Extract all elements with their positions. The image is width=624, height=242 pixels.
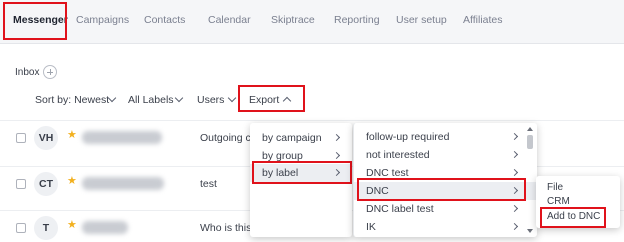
top-nav: Messenger Campaigns Contacts Calendar Sk…: [0, 0, 624, 44]
menu-item-label: DNC label test: [366, 203, 434, 215]
menu-item-label-option[interactable]: IK: [354, 218, 537, 236]
add-inbox-plus-icon[interactable]: [43, 65, 57, 79]
tab-user-setup[interactable]: User setup: [396, 14, 447, 26]
messenger-highlight-box: [3, 2, 67, 40]
add-to-dnc-highlight-box: [540, 207, 606, 228]
menu-item-label: not interested: [366, 149, 430, 161]
menu-item-label-option[interactable]: follow-up required: [354, 128, 537, 146]
star-icon[interactable]: ★: [67, 220, 77, 231]
menu-item-label: by campaign: [262, 132, 322, 144]
row-checkbox[interactable]: [16, 223, 26, 233]
avatar: VH: [34, 126, 58, 150]
chevron-right-icon: [332, 133, 341, 142]
chevron-right-icon: [332, 151, 341, 160]
label-menu-scrollbar[interactable]: [527, 127, 533, 233]
tab-campaigns[interactable]: Campaigns: [76, 14, 129, 26]
users-dropdown[interactable]: Users: [197, 94, 224, 106]
message-preview: test: [200, 178, 217, 190]
menu-item-by-campaign[interactable]: by campaign: [250, 129, 352, 147]
menu-item-label-option[interactable]: not interested: [354, 146, 537, 164]
scroll-down-arrow-icon[interactable]: [527, 229, 533, 233]
dnc-highlight-box: [357, 178, 526, 201]
avatar: CT: [34, 172, 58, 196]
menu-item-label: follow-up required: [366, 131, 450, 143]
menu-item-label: IK: [366, 221, 376, 233]
blurred-contact-name: [82, 131, 162, 144]
labels-dropdown[interactable]: All Labels: [128, 94, 174, 106]
avatar: T: [34, 216, 58, 240]
chevron-right-icon: [510, 150, 519, 159]
blurred-contact-name: [82, 221, 128, 234]
by-label-highlight-box: [252, 161, 352, 184]
labels-chevron-down-icon: [174, 93, 184, 103]
chevron-right-icon: [510, 168, 519, 177]
sort-by-dropdown[interactable]: Sort by: Newest: [35, 94, 109, 106]
menu-item-crm[interactable]: CRM: [547, 196, 570, 207]
scroll-up-arrow-icon[interactable]: [527, 127, 533, 131]
scroll-thumb[interactable]: [527, 135, 533, 149]
inbox-label: Inbox: [15, 67, 40, 78]
export-highlight-box: [238, 85, 305, 112]
chevron-right-icon: [510, 204, 519, 213]
tab-skiptrace[interactable]: Skiptrace: [271, 14, 315, 26]
star-icon[interactable]: ★: [67, 130, 77, 141]
row-checkbox[interactable]: [16, 179, 26, 189]
menu-item-label-option[interactable]: DNC label test: [354, 200, 537, 218]
tab-reporting[interactable]: Reporting: [334, 14, 380, 26]
tab-calendar[interactable]: Calendar: [208, 14, 251, 26]
message-preview: Who is this?: [200, 222, 258, 234]
users-chevron-down-icon: [227, 93, 237, 103]
chevron-right-icon: [510, 132, 519, 141]
menu-item-file[interactable]: File: [547, 182, 563, 193]
chevron-right-icon: [510, 222, 519, 231]
tab-contacts[interactable]: Contacts: [144, 14, 185, 26]
tab-affiliates[interactable]: Affiliates: [463, 14, 503, 26]
row-checkbox[interactable]: [16, 133, 26, 143]
blurred-contact-name: [82, 177, 164, 190]
star-icon[interactable]: ★: [67, 176, 77, 187]
